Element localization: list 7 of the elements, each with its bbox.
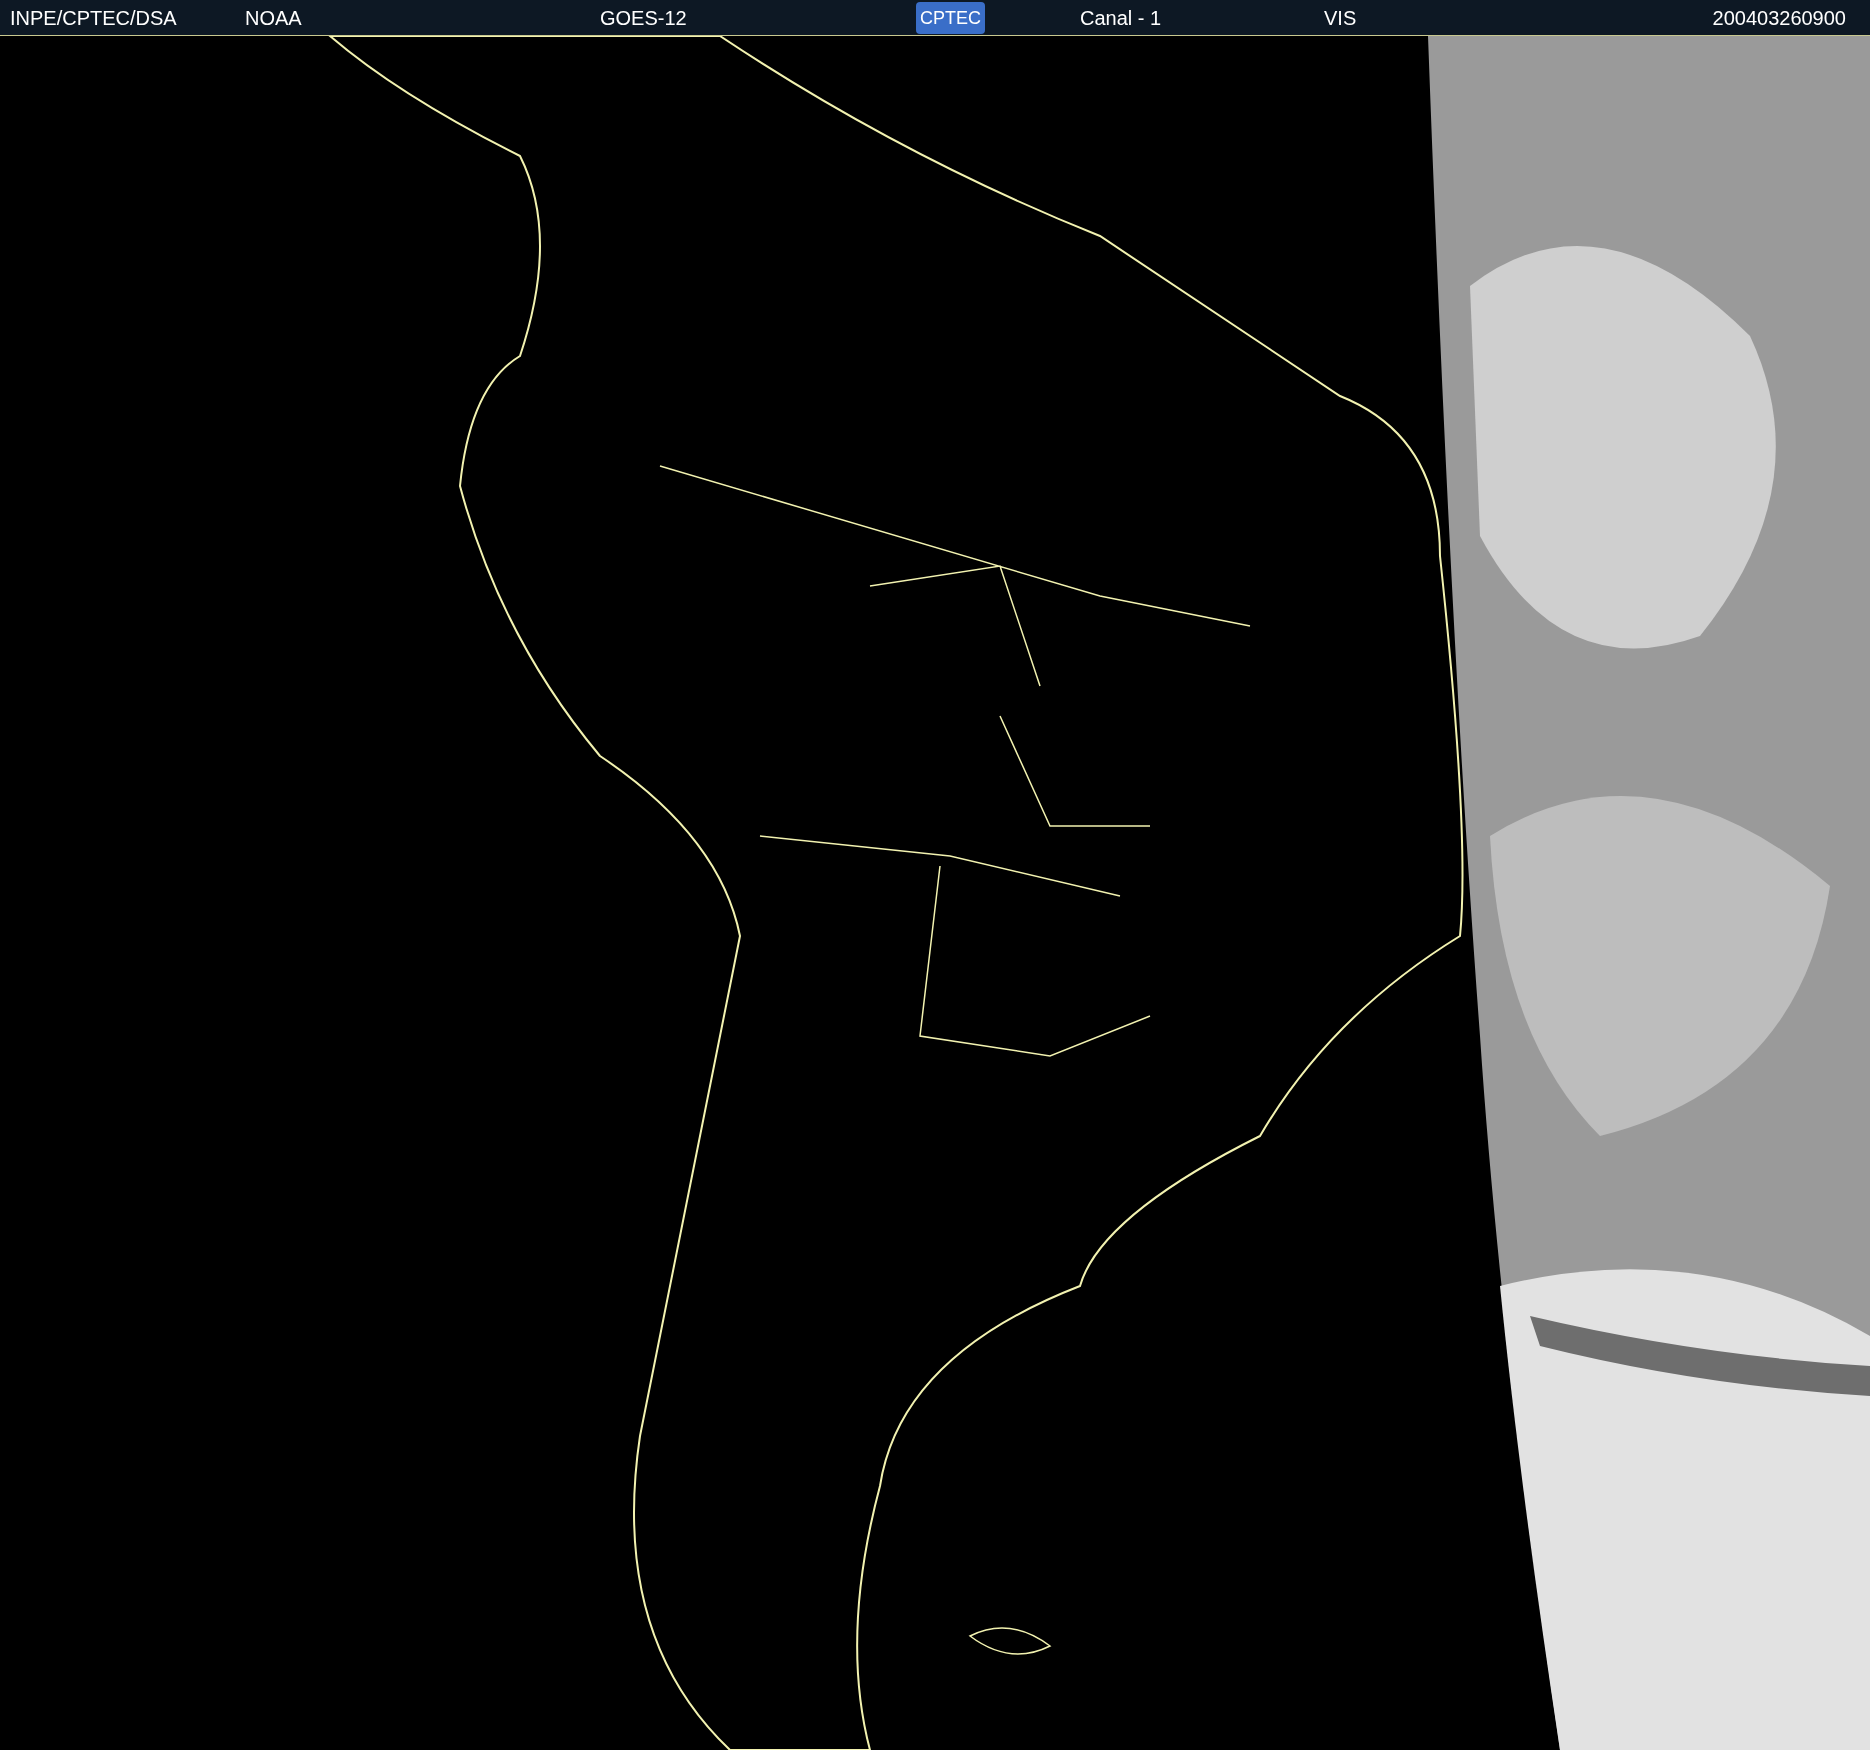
channel-label: Canal - 1 [1080, 7, 1163, 28]
agency-label: NOAA [245, 7, 303, 28]
timestamp-label: 200403260900 [1712, 7, 1846, 28]
logo: CPTEC [916, 1, 985, 34]
source-label: INPE/CPTEC/DSA [10, 7, 178, 28]
satellite-label: GOES-12 [600, 7, 688, 28]
band-label: VIS [1324, 7, 1357, 28]
